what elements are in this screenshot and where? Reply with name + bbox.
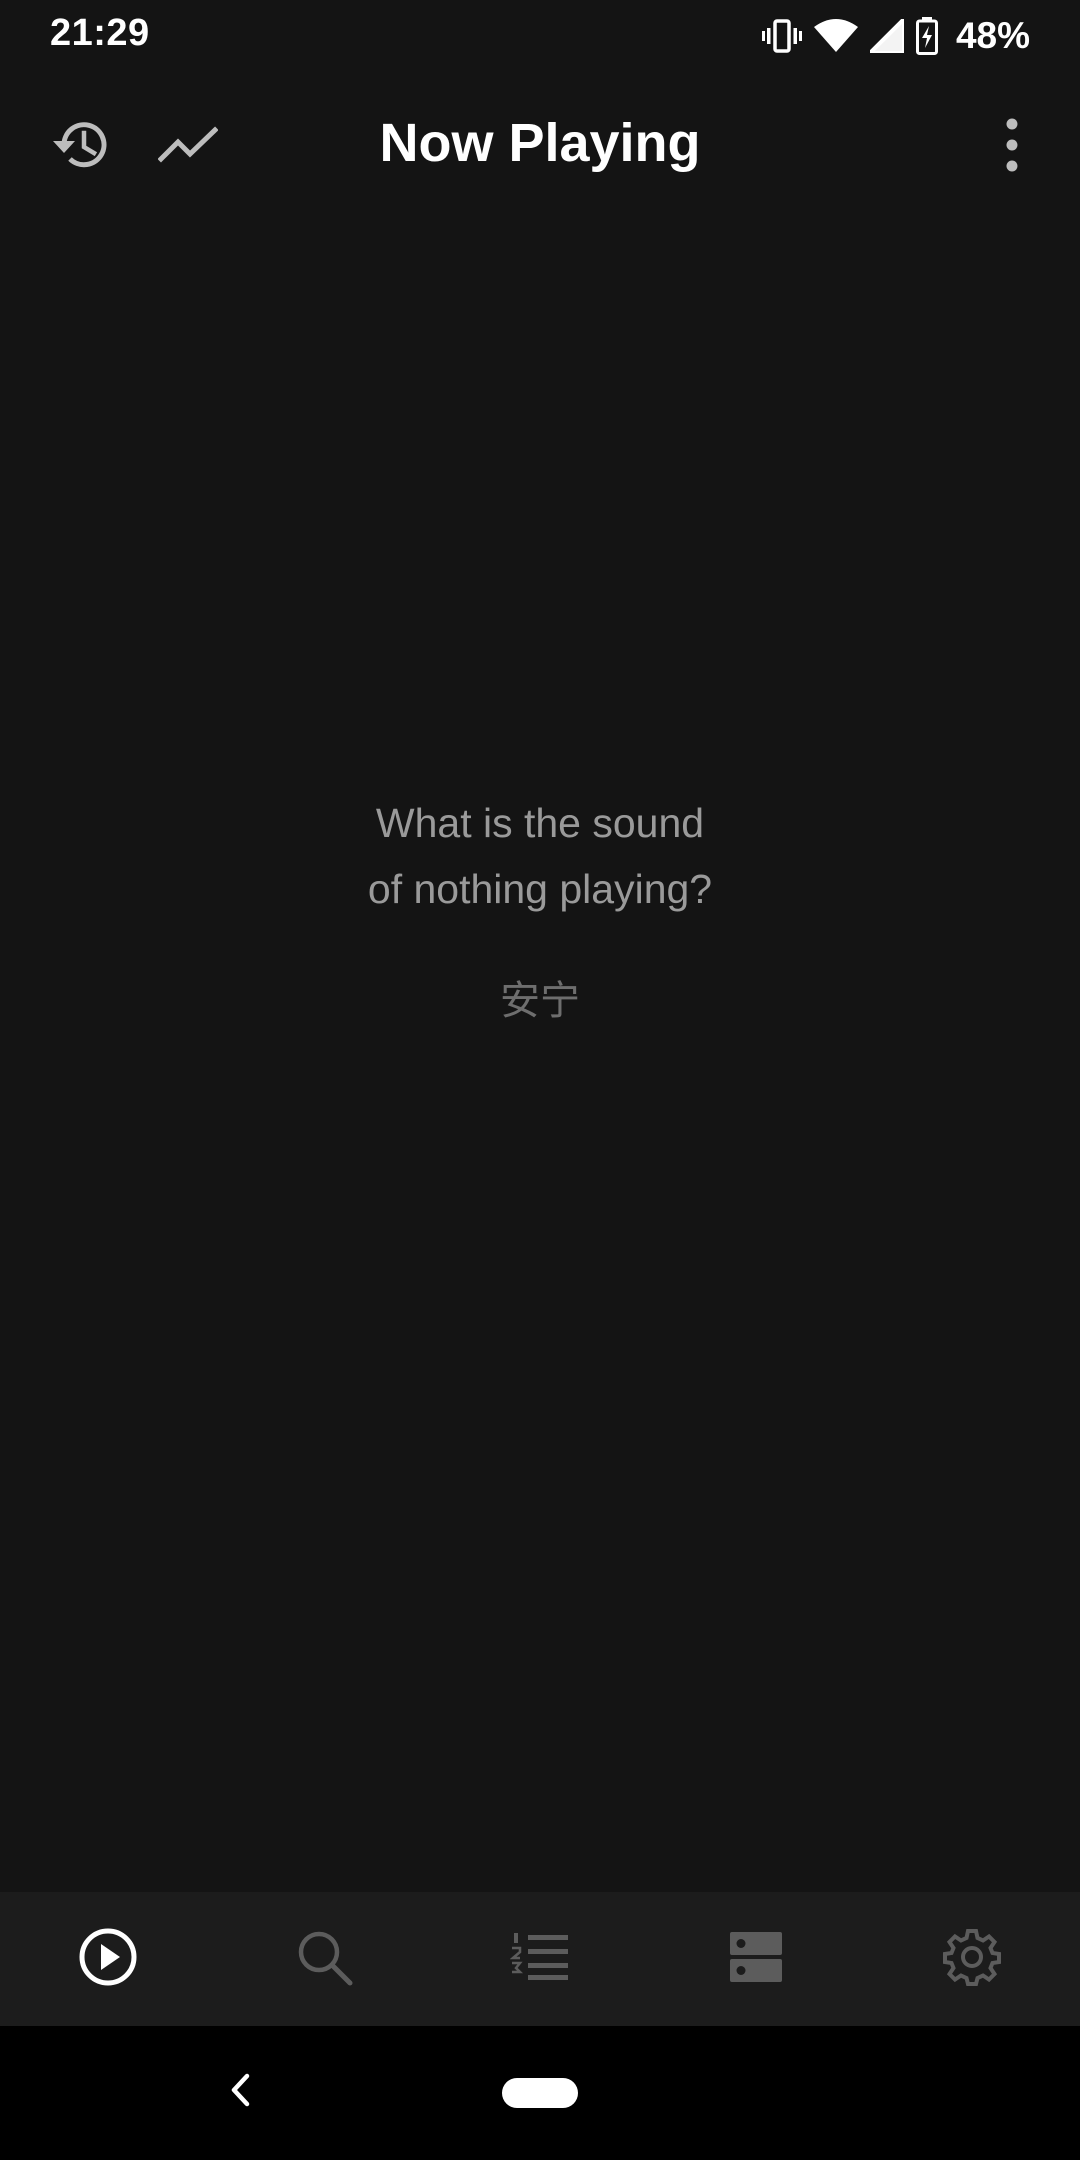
status-time: 21:29 bbox=[50, 12, 150, 54]
empty-caption: 安宁 bbox=[500, 978, 580, 1024]
nav-settings[interactable] bbox=[864, 1892, 1080, 2026]
page-title: Now Playing bbox=[379, 113, 701, 173]
system-home-pill[interactable] bbox=[502, 2078, 578, 2108]
wifi-icon bbox=[813, 19, 858, 53]
nav-now-playing[interactable] bbox=[0, 1892, 216, 2026]
play-circle-icon bbox=[78, 1927, 138, 1992]
battery-charging-icon bbox=[915, 17, 938, 55]
nav-queue[interactable] bbox=[432, 1892, 648, 2026]
bottom-navigation bbox=[0, 1892, 1080, 2026]
nav-library[interactable] bbox=[648, 1892, 864, 2026]
library-icon bbox=[728, 1929, 784, 1990]
queue-list-icon bbox=[509, 1932, 570, 1987]
empty-message-line1: What is the sound bbox=[375, 800, 705, 846]
more-vert-icon bbox=[1005, 117, 1019, 178]
empty-state: What is the sound of nothing playing? 安宁 bbox=[0, 790, 1080, 1026]
search-icon bbox=[294, 1927, 354, 1992]
vibrate-icon bbox=[761, 18, 802, 54]
status-bar: 21:29 48% bbox=[0, 0, 1080, 72]
app-screen: 21:29 48% Now Playing What is the sound … bbox=[0, 0, 1080, 2160]
settings-icon bbox=[943, 1928, 1001, 1991]
battery-percent: 48% bbox=[955, 15, 1030, 56]
more-options-button[interactable] bbox=[967, 102, 1057, 192]
empty-message: What is the sound of nothing playing? bbox=[0, 790, 1080, 922]
empty-message-line2: of nothing playing? bbox=[367, 866, 713, 912]
cell-signal-icon bbox=[869, 19, 904, 53]
system-navigation-bar bbox=[0, 2026, 1080, 2160]
status-icons: 48% bbox=[761, 12, 1030, 60]
app-bar: Now Playing bbox=[0, 72, 1080, 218]
back-arrow-icon bbox=[228, 2072, 252, 2113]
nav-search[interactable] bbox=[216, 1892, 432, 2026]
system-back-button[interactable] bbox=[210, 2062, 270, 2122]
